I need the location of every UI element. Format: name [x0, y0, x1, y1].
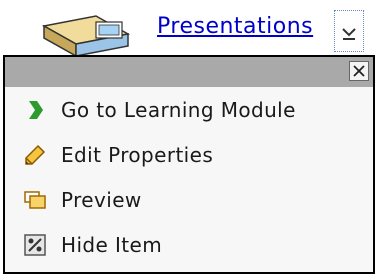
presentations-link[interactable]: Presentations: [157, 14, 313, 39]
context-menu: Go to Learning Module Edit Properties Pr…: [3, 55, 375, 274]
menu-item-label: Hide Item: [61, 233, 163, 257]
menu-header: [5, 57, 373, 87]
menu-item-edit-properties[interactable]: Edit Properties: [5, 134, 373, 176]
menu-item-go-to-learning-module[interactable]: Go to Learning Module: [5, 89, 373, 131]
menu-item-label: Go to Learning Module: [61, 98, 296, 122]
hide-item-icon: [23, 233, 47, 257]
close-icon: [353, 65, 365, 77]
close-button[interactable]: [349, 61, 369, 81]
preview-window-icon: [23, 188, 47, 212]
options-menu-button[interactable]: [334, 10, 364, 52]
menu-item-preview[interactable]: Preview: [5, 179, 373, 221]
menu-item-label: Preview: [61, 188, 142, 212]
folder-icon: [36, 8, 136, 60]
chevron-down-icon: [342, 28, 356, 40]
menu-item-hide-item[interactable]: Hide Item: [5, 224, 373, 266]
menu-item-label: Edit Properties: [61, 143, 214, 167]
pencil-icon: [23, 143, 47, 167]
green-chevron-icon: [23, 98, 47, 122]
